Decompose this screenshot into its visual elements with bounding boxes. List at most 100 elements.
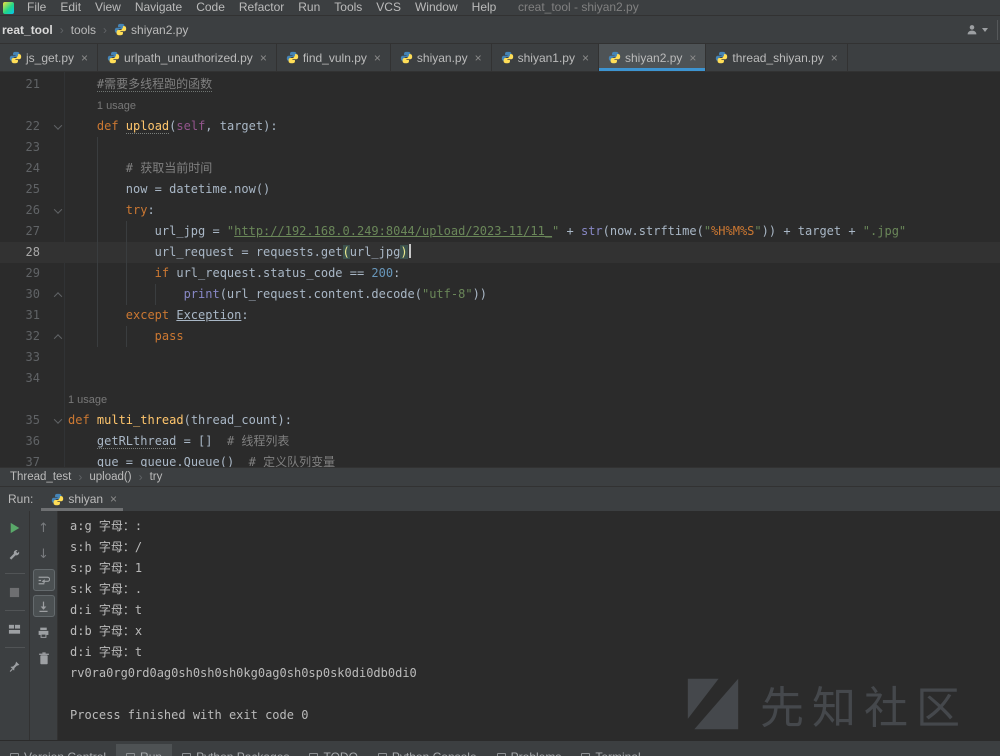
toolwindow-button-version-control[interactable]: Version Control	[0, 748, 116, 756]
code-text: url_jpg = "http://192.168.0.249:8044/upl…	[68, 221, 1000, 242]
fold-marker-icon[interactable]	[52, 410, 64, 431]
line-number[interactable]: 23	[0, 137, 40, 158]
usage-inlay-hint[interactable]: 1 usage	[97, 100, 136, 112]
user-dropdown[interactable]	[965, 23, 988, 37]
breadcrumb-block[interactable]: try	[150, 471, 163, 483]
line-number[interactable]: 35	[0, 410, 40, 431]
indent-guide	[126, 326, 155, 347]
menu-file[interactable]: File	[20, 0, 53, 14]
breadcrumb-project[interactable]: reat_tool	[2, 23, 53, 37]
token: :	[147, 203, 154, 217]
toolwindow-label: Python Console	[392, 750, 477, 756]
print-button[interactable]	[33, 621, 55, 643]
console-line: d:b 字母：x	[70, 621, 1000, 642]
toolwindow-label: Terminal	[595, 750, 640, 756]
line-number[interactable]: 37	[0, 452, 40, 467]
toolwindow-button-problems[interactable]: Problems	[487, 748, 572, 756]
tab-label: shiyan2.py	[625, 51, 682, 65]
close-icon[interactable]: ×	[689, 53, 696, 63]
tab-label: shiyan.py	[417, 51, 468, 65]
indent-guide	[126, 221, 155, 242]
close-icon[interactable]: ×	[81, 53, 88, 63]
code-line-21: 21#需要多线程跑的函数	[0, 74, 1000, 95]
line-number[interactable]: 31	[0, 305, 40, 326]
run-tab-shiyan[interactable]: shiyan ×	[47, 487, 121, 511]
indent-guide	[68, 221, 97, 242]
menu-refactor[interactable]: Refactor	[232, 0, 291, 14]
close-icon[interactable]: ×	[260, 53, 267, 63]
code-text: print(url_request.content.decode("utf-8"…	[68, 284, 1000, 305]
tab-shiyan2-py[interactable]: shiyan2.py ×	[599, 44, 706, 71]
fold-marker-icon[interactable]	[52, 326, 64, 347]
menu-window[interactable]: Window	[408, 0, 465, 14]
menu-code[interactable]: Code	[189, 0, 232, 14]
breadcrumb-folder[interactable]: tools	[71, 23, 96, 37]
menu-view[interactable]: View	[88, 0, 128, 14]
run-toolbar	[0, 511, 30, 740]
line-number[interactable]: 33	[0, 347, 40, 368]
menu-vcs[interactable]: VCS	[369, 0, 408, 14]
tab-shiyan-py[interactable]: shiyan.py ×	[391, 44, 492, 71]
line-number[interactable]: 30	[0, 284, 40, 305]
line-number[interactable]: 34	[0, 368, 40, 389]
close-icon[interactable]: ×	[475, 53, 482, 63]
fold-marker-icon[interactable]	[52, 116, 64, 137]
scroll-to-end-toggle[interactable]	[33, 595, 55, 617]
soft-wrap-toggle[interactable]	[33, 569, 55, 591]
toolwindow-button-python-console[interactable]: Python Console	[368, 748, 487, 756]
line-number[interactable]: 22	[0, 116, 40, 137]
tab-shiyan1-py[interactable]: shiyan1.py×	[492, 44, 599, 71]
chevron-up-icon	[54, 334, 62, 342]
toolwindow-icon	[497, 753, 506, 756]
tab-js-get-py[interactable]: js_get.py×	[0, 44, 98, 71]
rerun-button[interactable]	[4, 517, 26, 539]
breadcrumb-method[interactable]: upload()	[89, 471, 131, 483]
line-number[interactable]: 26	[0, 200, 40, 221]
stop-button[interactable]	[4, 581, 26, 603]
line-number[interactable]: 25	[0, 179, 40, 200]
line-number[interactable]: 36	[0, 431, 40, 452]
menu-run[interactable]: Run	[291, 0, 327, 14]
menu-tools[interactable]: Tools	[327, 0, 369, 14]
down-stack-trace-button[interactable]: ↓	[33, 543, 55, 565]
code-editor[interactable]: 21#需要多线程跑的函数1 usage22def upload(self, ta…	[0, 72, 1000, 467]
token: = []	[176, 434, 227, 448]
tab-find-vuln-py[interactable]: find_vuln.py×	[277, 44, 391, 71]
line-number[interactable]: 32	[0, 326, 40, 347]
indent-guide	[68, 95, 97, 116]
fold-marker-icon[interactable]	[52, 200, 64, 221]
menu-help[interactable]: Help	[465, 0, 504, 14]
usage-inlay-hint[interactable]: 1 usage	[68, 394, 107, 406]
fold-marker-icon[interactable]	[52, 284, 64, 305]
code-line-37: 37que = queue.Queue() # 定义队列变量	[0, 452, 1000, 467]
up-stack-trace-button[interactable]: ↑	[33, 517, 55, 539]
line-number[interactable]: 24	[0, 158, 40, 179]
settings-wrench-icon[interactable]	[4, 544, 26, 566]
menu-edit[interactable]: Edit	[53, 0, 88, 14]
token: # 定义队列变量	[249, 455, 335, 467]
close-icon[interactable]: ×	[582, 53, 589, 63]
indent-guide	[97, 242, 126, 263]
close-icon[interactable]: ×	[374, 53, 381, 63]
close-icon[interactable]: ×	[110, 492, 117, 506]
indent-guide	[68, 263, 97, 284]
breadcrumb-class[interactable]: Thread_test	[10, 471, 71, 483]
clear-console-trash-icon[interactable]	[33, 647, 55, 669]
toolwindow-button-terminal[interactable]: Terminal	[571, 748, 650, 756]
run-console-output[interactable]: a:g 字母：:s:h 字母：/s:p 字母：1s:k 字母：.d:i 字母：t…	[58, 511, 1000, 740]
line-number[interactable]: 29	[0, 263, 40, 284]
menu-navigate[interactable]: Navigate	[128, 0, 189, 14]
close-icon[interactable]: ×	[831, 53, 838, 63]
token: def	[68, 413, 97, 427]
line-number[interactable]: 21	[0, 74, 40, 95]
toolwindow-button-run[interactable]: Run	[116, 744, 172, 756]
breadcrumb-file[interactable]: shiyan2.py	[131, 23, 188, 37]
pin-button[interactable]	[4, 655, 26, 677]
toolwindow-button-todo[interactable]: TODO	[299, 748, 367, 756]
restore-layout-button[interactable]	[4, 618, 26, 640]
tab-thread-shiyan-py[interactable]: thread_shiyan.py×	[706, 44, 847, 71]
line-number[interactable]: 28	[0, 242, 40, 263]
tab-urlpath-unauthorized-py[interactable]: urlpath_unauthorized.py×	[98, 44, 277, 71]
line-number[interactable]: 27	[0, 221, 40, 242]
toolwindow-button-python-packages[interactable]: Python Packages	[172, 748, 299, 756]
